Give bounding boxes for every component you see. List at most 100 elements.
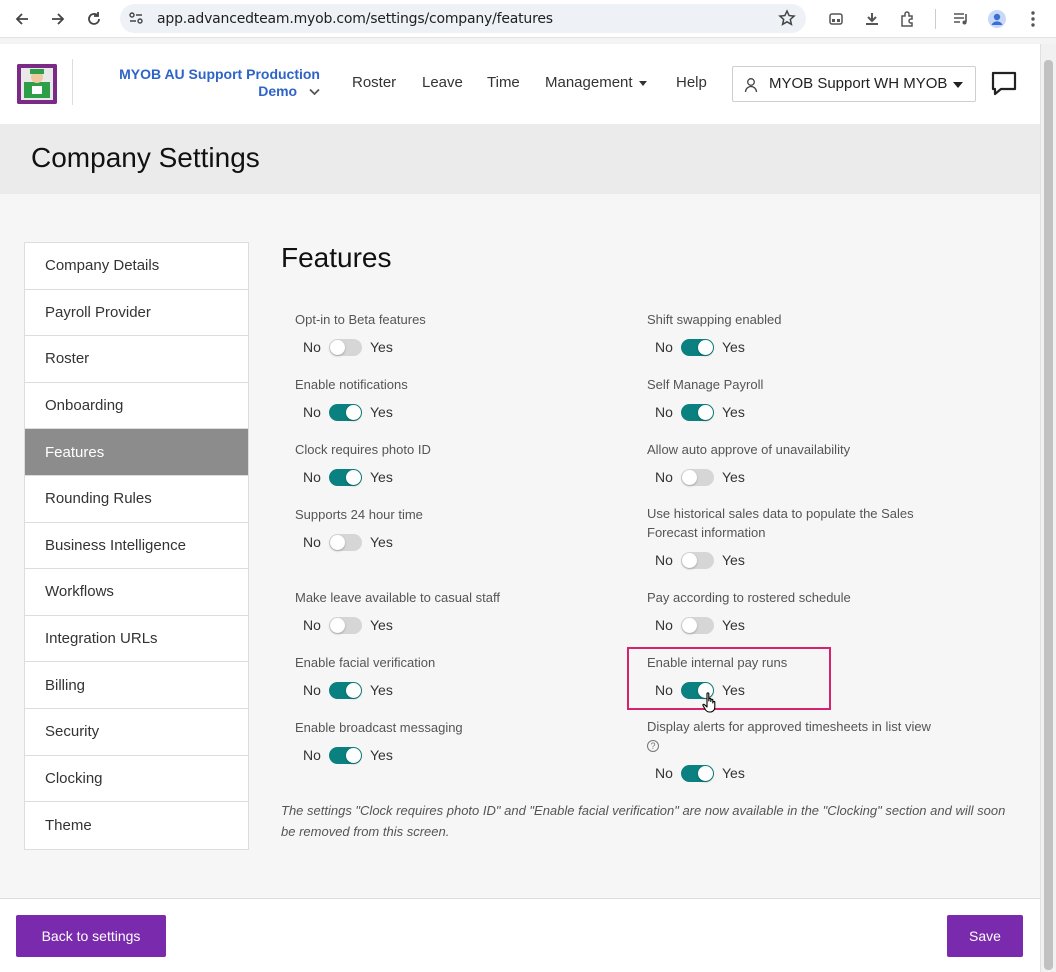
feature-label: Make leave available to casual staff [295,590,500,605]
organisation-name-line2: Demo [258,83,298,99]
browser-menu-icon[interactable] [1022,8,1044,30]
sidebar-item-rounding-rules[interactable]: Rounding Rules [25,476,248,523]
toggle-knob [682,617,697,633]
feature-notifications: Enable notifications [295,375,635,394]
feature-label: Supports 24 hour time [295,507,423,522]
user-name: MYOB Support WH MYOB [769,75,948,92]
toggle-yes-label: Yes [370,534,393,550]
toggle-shift-swapping: No Yes [647,337,745,357]
toggle-switch[interactable] [329,468,362,486]
feature-label: Self Manage Payroll [647,377,764,392]
toggle-yes-label: Yes [370,747,393,763]
toggle-knob [346,682,361,698]
feature-label: Use historical sales data to populate th… [647,506,914,540]
page-title: Company Settings [31,142,260,173]
feature-facial-verification: Enable facial verification [295,653,635,672]
tab-search-icon[interactable] [825,8,847,30]
nav-leave[interactable]: Leave [422,74,463,91]
nav-management[interactable]: Management [545,74,647,91]
feature-label: Enable broadcast messaging [295,720,463,735]
sidebar-item-onboarding[interactable]: Onboarding [25,383,248,430]
toggle-no-label: No [655,765,673,781]
toggle-switch[interactable] [681,764,714,782]
sidebar-item-business-intelligence[interactable]: Business Intelligence [25,523,248,570]
main-content: Company Details Payroll Provider Roster … [0,194,1040,898]
address-bar[interactable]: app.advancedteam.myob.com/settings/compa… [120,4,806,33]
toggle-switch[interactable] [329,616,362,634]
profile-avatar-icon[interactable] [986,8,1008,30]
toggle-switch[interactable] [329,338,362,356]
feature-auto-approve-unavailability: Allow auto approve of unavailability [647,440,987,459]
sidebar-item-workflows[interactable]: Workflows [25,569,248,616]
toolbar-divider [935,9,936,29]
organisation-name-line1: MYOB AU Support Production [119,66,320,82]
toggle-no-label: No [303,747,321,763]
toggle-knob [330,617,345,633]
back-to-settings-button[interactable]: Back to settings [16,915,166,957]
header-divider [72,59,73,105]
download-icon[interactable] [861,8,883,30]
feature-rostered-schedule-pay: Pay according to rostered schedule [647,588,987,607]
toggle-knob [698,765,713,781]
reload-icon[interactable] [82,7,106,31]
forward-arrow-icon[interactable] [46,7,70,31]
help-icon[interactable]: ? [647,740,659,752]
nav-management-label: Management [545,74,633,91]
feature-casual-leave: Make leave available to casual staff [295,588,635,607]
page-scrollbar[interactable] [1040,44,1056,972]
toggle-switch[interactable] [681,616,714,634]
sidebar-item-features[interactable]: Features [25,429,248,476]
site-settings-icon[interactable] [128,10,144,31]
toggle-switch[interactable] [329,533,362,551]
toggle-knob [346,404,361,420]
hand-cursor-icon [702,692,718,719]
toggle-switch[interactable] [329,403,362,421]
sidebar-item-billing[interactable]: Billing [25,662,248,709]
toggle-no-label: No [655,404,673,420]
toggle-no-label: No [655,617,673,633]
media-queue-icon[interactable] [950,8,972,30]
toggle-switch[interactable] [681,338,714,356]
bookmark-star-icon[interactable] [778,9,796,32]
nav-time[interactable]: Time [487,74,520,91]
sidebar-item-integration-urls[interactable]: Integration URLs [25,616,248,663]
toggle-yes-label: Yes [370,404,393,420]
sidebar-item-company-details[interactable]: Company Details [25,243,248,290]
toggle-casual-leave: No Yes [295,615,393,635]
toggle-yes-label: Yes [722,617,745,633]
feature-label: Shift swapping enabled [647,312,782,327]
footer-bar: Back to settings Save [0,898,1040,972]
sidebar-item-theme[interactable]: Theme [25,802,248,849]
toggle-yes-label: Yes [722,469,745,485]
sidebar-item-roster[interactable]: Roster [25,336,248,383]
toggle-switch[interactable] [681,403,714,421]
toggle-knob [330,534,345,550]
toggle-switch[interactable] [681,468,714,486]
sidebar-item-security[interactable]: Security [25,709,248,756]
user-menu[interactable]: MYOB Support WH MYOB [732,66,976,102]
toggle-yes-label: Yes [370,682,393,698]
sidebar-item-payroll-provider[interactable]: Payroll Provider [25,290,248,337]
organisation-switcher[interactable]: MYOB AU Support Production Demo [98,66,320,100]
save-button[interactable]: Save [947,915,1023,957]
nav-roster[interactable]: Roster [352,74,396,91]
scrollbar-thumb[interactable] [1044,60,1053,970]
feature-photo-id: Clock requires photo ID [295,440,635,459]
toggle-no-label: No [303,339,321,355]
chat-icon[interactable] [990,70,1018,103]
company-logo[interactable] [17,64,57,104]
nav-help[interactable]: Help [676,74,707,91]
section-title: Features [281,242,392,273]
extensions-icon[interactable] [897,8,919,30]
toggle-switch[interactable] [681,551,714,569]
sidebar-item-clocking[interactable]: Clocking [25,756,248,803]
toggle-24h-time: No Yes [295,532,393,552]
toggle-yes-label: Yes [370,617,393,633]
toggle-switch[interactable] [329,746,362,764]
toggle-switch[interactable] [329,681,362,699]
url-text[interactable]: app.advancedteam.myob.com/settings/compa… [157,11,553,27]
feature-beta: Opt-in to Beta features [295,310,635,329]
settings-note: The settings "Clock requires photo ID" a… [281,803,1006,839]
toggle-knob [698,404,713,420]
back-arrow-icon[interactable] [10,7,34,31]
